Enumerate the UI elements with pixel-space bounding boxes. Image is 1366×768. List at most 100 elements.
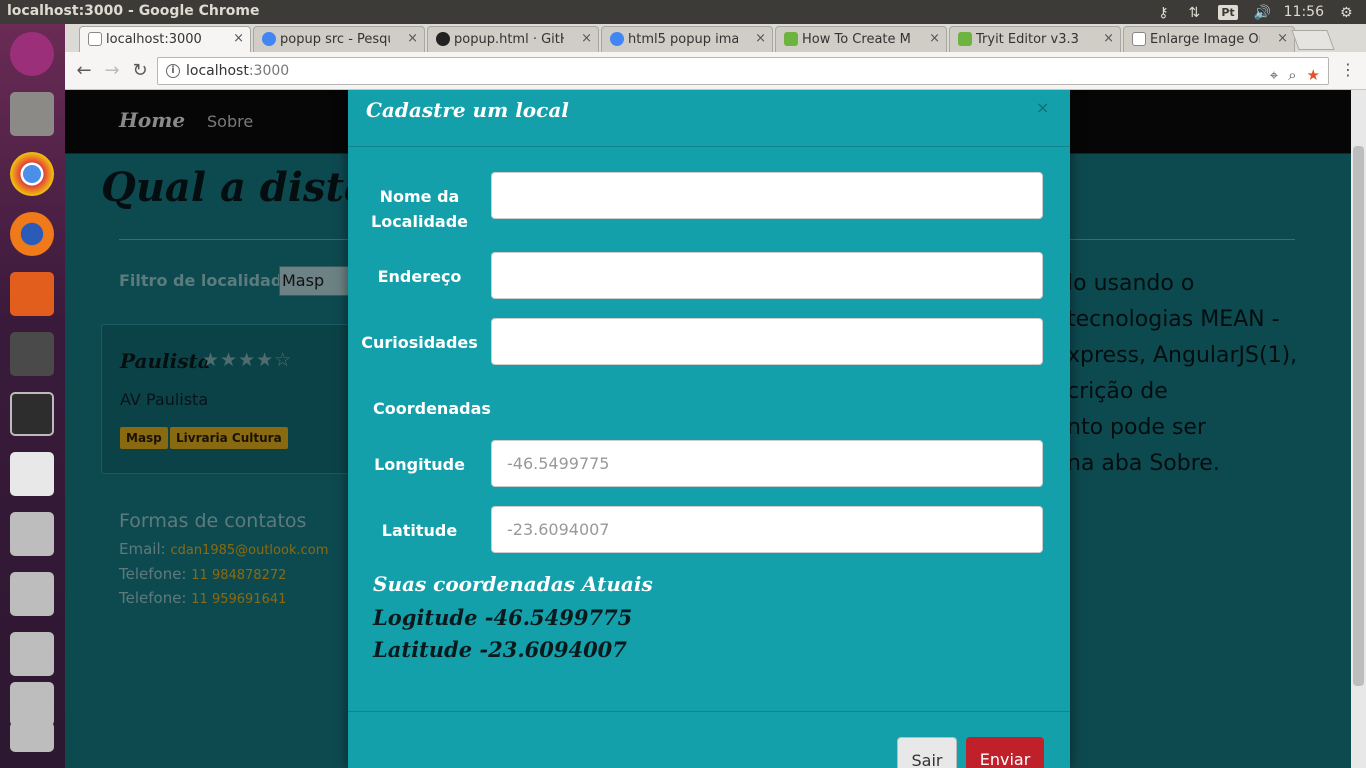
zoom-icon[interactable]: ⌕ [1288, 62, 1296, 88]
phone-value: 11 959691641 [191, 592, 287, 607]
tab-strip: localhost:3000 × popup src - Pesqui × po… [65, 24, 1366, 52]
close-tab-icon[interactable]: × [1277, 31, 1288, 46]
contact-phone: Telefone: 11 984878272 [119, 565, 287, 583]
drive-icon[interactable] [6, 628, 58, 680]
tab-tryit-editor[interactable]: Tryit Editor v3.3 × [949, 26, 1121, 52]
ubuntu-dash-icon[interactable] [6, 28, 58, 80]
filter-input[interactable]: Masp [279, 266, 359, 296]
reload-icon[interactable]: ↻ [129, 60, 151, 82]
rating-stars: ★★★★☆ [202, 349, 293, 371]
tab-localhost[interactable]: localhost:3000 × [79, 26, 251, 52]
url-port: :3000 [248, 63, 290, 79]
scrollbar-thumb[interactable] [1353, 146, 1364, 686]
terminal-icon[interactable] [6, 388, 58, 440]
close-icon[interactable]: × [1036, 98, 1049, 117]
w3schools-icon [958, 32, 972, 46]
place-name-input[interactable] [491, 172, 1043, 219]
coordinates-heading: Coordenadas [373, 399, 491, 418]
google-icon [262, 32, 276, 46]
modal-title: Cadastre um local [366, 98, 569, 122]
longitude-label: Longitude [374, 455, 465, 474]
new-tab-button[interactable] [1291, 30, 1335, 50]
sublime-text-icon[interactable] [6, 328, 58, 380]
url-host: localhost [186, 63, 249, 79]
contacts-title: Formas de contatos [119, 510, 307, 532]
close-tab-icon[interactable]: × [233, 31, 244, 46]
tag-badge[interactable]: Livraria Cultura [170, 427, 288, 449]
text-editor-icon[interactable] [6, 448, 58, 500]
current-coordinates-title: Suas coordenadas Atuais [373, 572, 653, 596]
files-icon[interactable] [6, 88, 58, 140]
close-tab-icon[interactable]: × [929, 31, 940, 46]
page-icon [1132, 32, 1146, 46]
address-label: Endereço [377, 267, 462, 286]
software-center-icon[interactable] [6, 268, 58, 320]
current-longitude: Logitude -46.5499775 [373, 605, 633, 630]
address-input[interactable] [491, 252, 1043, 299]
register-place-modal: Cadastre um local × Nome da Localidade E… [348, 90, 1070, 768]
drive-icon[interactable] [6, 508, 58, 560]
accessibility-icon[interactable]: ⚷ [1158, 5, 1172, 21]
stacked-drive-icon[interactable] [6, 718, 58, 758]
os-top-panel: localhost:3000 - Google Chrome ⚷ ⇅ Pt 🔊 … [0, 0, 1366, 24]
power-gear-icon[interactable]: ⚙ [1340, 5, 1354, 21]
firefox-icon[interactable] [6, 208, 58, 260]
w3schools-icon [784, 32, 798, 46]
modal-footer-divider [348, 711, 1070, 712]
volume-icon[interactable]: 🔊 [1254, 5, 1271, 21]
close-tab-icon[interactable]: × [755, 31, 766, 46]
tab-github[interactable]: popup.html · GitH × [427, 26, 599, 52]
exit-button[interactable]: Sair [897, 737, 957, 768]
page-scrollbar[interactable] [1351, 90, 1366, 768]
place-address: AV Paulista [120, 390, 209, 409]
place-card[interactable]: Paulista ★★★★☆ AV Paulista Masp Livraria… [101, 324, 361, 474]
tab-w3schools-howto[interactable]: How To Create M × [775, 26, 947, 52]
longitude-input[interactable]: -46.5499775 [491, 440, 1043, 487]
location-icon[interactable]: ⌖ [1270, 62, 1278, 88]
nav-home-link[interactable]: Home [119, 108, 185, 132]
latitude-input[interactable]: -23.6094007 [491, 506, 1043, 553]
filter-label: Filtro de localidades [119, 271, 303, 290]
current-coordinates: Suas coordenadas Atuais Logitude -46.549… [373, 572, 653, 666]
close-tab-icon[interactable]: × [1103, 31, 1114, 46]
contact-email: Email: cdan1985@outlook.com [119, 540, 329, 558]
tab-enlarge-image[interactable]: Enlarge Image On × [1123, 26, 1295, 52]
unity-launcher [0, 24, 65, 768]
github-icon [436, 32, 450, 46]
info-icon[interactable]: i [166, 64, 180, 78]
page-viewport: Home Sobre Qual a distância Filtro de lo… [65, 90, 1351, 768]
about-paragraph: lo usando o tecnologias MEAN - xpress, A… [1067, 271, 1298, 476]
tag-badge[interactable]: Masp [120, 427, 168, 449]
latitude-label: Latitude [381, 521, 458, 540]
network-icon[interactable]: ⇅ [1188, 5, 1202, 21]
place-name: Paulista [120, 349, 211, 373]
close-tab-icon[interactable]: × [407, 31, 418, 46]
curiosities-input[interactable] [491, 318, 1043, 365]
drive-icon[interactable] [6, 568, 58, 620]
google-icon [610, 32, 624, 46]
phone-value: 11 984878272 [191, 568, 287, 583]
chrome-icon[interactable] [6, 148, 58, 200]
forward-arrow-icon[interactable]: → [101, 60, 123, 82]
tab-google-search[interactable]: popup src - Pesqui × [253, 26, 425, 52]
bookmark-star-icon[interactable]: ★ [1307, 62, 1320, 88]
browser-toolbar: ← → ↻ i localhost:3000 ⌖ ⌕ ★ ⋮ [65, 52, 1366, 90]
browser-chrome: localhost:3000 × popup src - Pesqui × po… [65, 24, 1366, 90]
keyboard-layout-indicator[interactable]: Pt [1218, 4, 1238, 20]
current-latitude: Latitude -23.6094007 [373, 637, 627, 662]
name-label: Nome da Localidade [371, 187, 468, 231]
modal-header: Cadastre um local × [348, 90, 1070, 147]
address-bar[interactable]: i localhost:3000 ⌖ ⌕ ★ [157, 57, 1329, 85]
contact-phone: Telefone: 11 959691641 [119, 589, 287, 607]
clock[interactable]: 11:56 [1284, 4, 1324, 20]
page-icon [88, 32, 102, 46]
send-button[interactable]: Enviar [966, 737, 1044, 768]
nav-sobre-link[interactable]: Sobre [207, 112, 253, 131]
back-arrow-icon[interactable]: ← [73, 60, 95, 82]
close-tab-icon[interactable]: × [581, 31, 592, 46]
tab-google-html5[interactable]: html5 popup ima × [601, 26, 773, 52]
chrome-menu-icon[interactable]: ⋮ [1340, 60, 1356, 79]
window-title: localhost:3000 - Google Chrome [7, 3, 260, 19]
email-link[interactable]: cdan1985@outlook.com [170, 543, 328, 558]
system-tray: ⚷ ⇅ Pt 🔊 11:56 ⚙ [1158, 0, 1366, 24]
